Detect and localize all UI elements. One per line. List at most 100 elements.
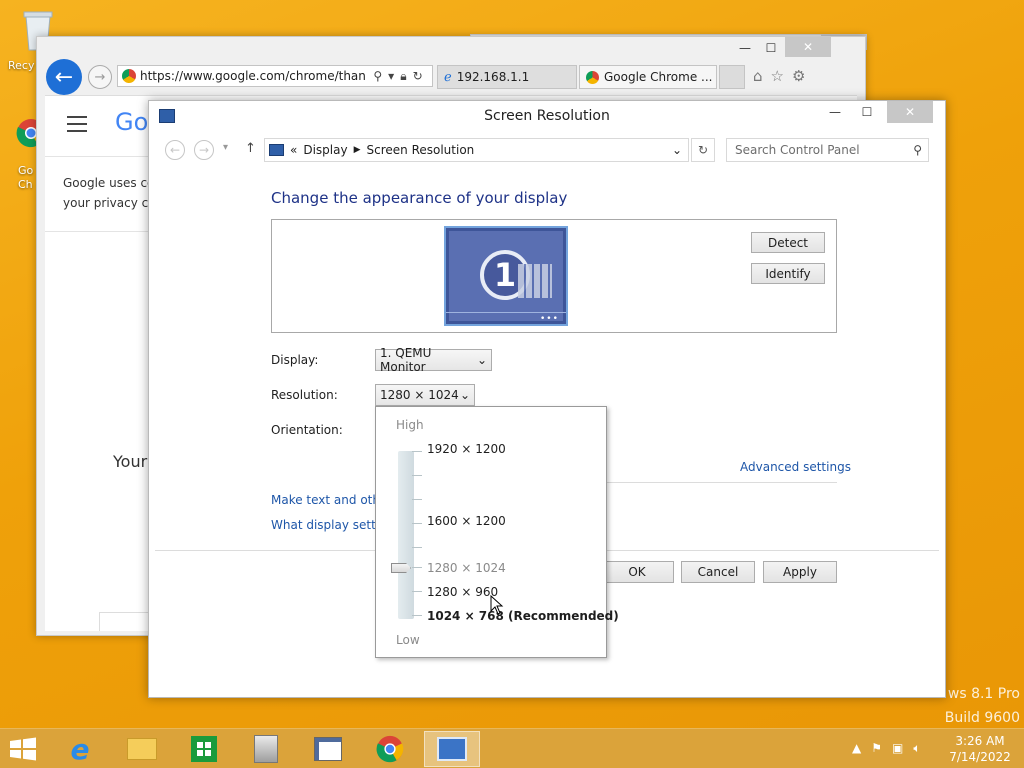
system-tray: ▲ ⚑ ▣ 🔈︎ bbox=[852, 741, 932, 757]
slider-tick bbox=[412, 591, 422, 592]
ie-forward-icon[interactable]: → bbox=[88, 65, 112, 89]
ie-address-tools: ⚲ ▾ 🔒︎ ↻ bbox=[365, 67, 431, 85]
search-control-panel-input[interactable]: Search Control Panel ⚲ bbox=[726, 138, 929, 162]
cancel-button[interactable]: Cancel bbox=[681, 561, 755, 583]
ie-favorites-icon[interactable]: ☆ bbox=[771, 67, 784, 87]
monitor-1-tile[interactable]: 1 ••• bbox=[444, 226, 568, 326]
sr-up-icon[interactable]: ↑ bbox=[245, 141, 256, 156]
breadcrumb-item-display[interactable]: Display bbox=[303, 143, 347, 157]
taskbar-control-panel-icon[interactable] bbox=[424, 731, 480, 767]
advanced-divider bbox=[607, 482, 837, 483]
option-1920x1200[interactable]: 1920 × 1200 bbox=[427, 442, 506, 456]
ie-tab-favicon-icon: ℯ bbox=[444, 69, 452, 85]
resolution-dropdown: High 1920 × 1200 1600 × 1200 1280 × 1024… bbox=[375, 406, 619, 658]
tray-network-icon[interactable]: ▣ bbox=[892, 741, 903, 757]
ie-address-text: https://www.google.com/chrome/thank- bbox=[140, 69, 378, 83]
ie-tab-label: Google Chrome ... bbox=[604, 70, 713, 84]
option-1024x768-recommended[interactable]: 1024 × 768 (Recommended) bbox=[427, 609, 619, 623]
chrome-desktop-label-1: Go bbox=[18, 164, 34, 177]
display-label: Display: bbox=[271, 353, 319, 367]
high-label: High bbox=[396, 418, 424, 432]
ie-home-icon[interactable]: ⌂ bbox=[753, 67, 763, 87]
google-menu-icon[interactable] bbox=[67, 116, 87, 132]
google-logo: Go bbox=[115, 108, 149, 136]
slider-tick bbox=[412, 475, 422, 476]
ie-tab-google-chrome[interactable]: Google Chrome ... ✕ bbox=[579, 65, 717, 89]
cookie-notice-text-1: Google uses coo bbox=[63, 176, 162, 190]
tray-overflow-icon[interactable]: ▲ bbox=[852, 741, 861, 757]
slider-tick bbox=[412, 567, 422, 568]
search-placeholder: Search Control Panel bbox=[735, 143, 860, 157]
start-windows-icon[interactable] bbox=[8, 737, 38, 761]
ie-gear-icon[interactable]: ⚙ bbox=[792, 67, 805, 87]
sr-minimize-icon[interactable]: — bbox=[821, 103, 849, 121]
option-1600x1200[interactable]: 1600 × 1200 bbox=[427, 514, 506, 528]
chrome-desktop-label-2: Ch bbox=[18, 178, 33, 191]
breadcrumb-separator-icon: ▶ bbox=[353, 145, 361, 155]
search-icon: ⚲ bbox=[913, 143, 922, 157]
cookie-notice-text-2: your privacy cor bbox=[63, 196, 161, 210]
detect-button[interactable]: Detect bbox=[751, 232, 825, 253]
sr-navigation-bar: ← → ▾ ↑ « Display ▶ Screen Resolution ⌄ … bbox=[149, 131, 945, 167]
taskbar-chrome-icon[interactable] bbox=[362, 731, 418, 767]
ie-minimize-icon[interactable]: — bbox=[731, 39, 759, 57]
mouse-cursor-icon bbox=[490, 594, 504, 615]
slider-tick bbox=[412, 523, 422, 524]
ie-back-icon[interactable]: ← bbox=[46, 59, 82, 95]
option-1280x1024[interactable]: 1280 × 1024 bbox=[427, 561, 506, 575]
taskbar-news-icon[interactable] bbox=[300, 731, 356, 767]
monitor-dots-icon: ••• bbox=[540, 314, 559, 324]
breadcrumb-overflow[interactable]: « bbox=[290, 143, 297, 157]
sr-back-icon[interactable]: ← bbox=[165, 140, 185, 160]
breadcrumb-dropdown-icon[interactable]: ⌄ bbox=[672, 143, 682, 157]
ie-new-tab-button[interactable] bbox=[719, 65, 745, 89]
tray-volume-muted-icon[interactable]: 🔈︎ bbox=[913, 741, 920, 757]
advanced-settings-link[interactable]: Advanced settings bbox=[740, 460, 851, 474]
ie-close-icon[interactable]: ✕ bbox=[785, 37, 831, 57]
slider-tick bbox=[412, 499, 422, 500]
clock-date[interactable]: 7/14/2022 bbox=[944, 749, 1016, 765]
sr-titlebar: Screen Resolution — ☐ ✕ bbox=[149, 101, 945, 131]
slider-tick bbox=[412, 451, 422, 452]
identify-button[interactable]: Identify bbox=[751, 263, 825, 284]
taskbar-store-icon[interactable] bbox=[176, 731, 232, 767]
clock-time[interactable]: 3:26 AM bbox=[944, 733, 1016, 749]
apply-button[interactable]: Apply bbox=[763, 561, 837, 583]
breadcrumb-item-screen-resolution[interactable]: Screen Resolution bbox=[367, 143, 475, 157]
chrome-tab-favicon-icon bbox=[586, 70, 599, 84]
tray-flag-icon[interactable]: ⚑ bbox=[871, 741, 882, 757]
slider-tick bbox=[412, 615, 422, 616]
sr-forward-icon[interactable]: → bbox=[194, 140, 214, 160]
display-select[interactable]: 1. QEMU Monitor ⌄ bbox=[375, 346, 492, 374]
monitor-grid-icon bbox=[518, 264, 552, 298]
ok-button[interactable]: OK bbox=[600, 561, 674, 583]
taskbar-installer-icon[interactable] bbox=[238, 731, 294, 767]
option-1280x960[interactable]: 1280 × 960 bbox=[427, 585, 498, 599]
chevron-down-icon: ⌄ bbox=[476, 353, 487, 367]
recycle-bin-label: Recy bbox=[8, 59, 35, 72]
chrome-favicon-icon bbox=[122, 69, 136, 83]
breadcrumb[interactable]: « Display ▶ Screen Resolution ⌄ bbox=[264, 138, 689, 162]
page-box-partial bbox=[99, 612, 149, 631]
ie-search-icon[interactable]: ⚲ bbox=[373, 69, 382, 83]
ie-tab-label: 192.168.1.1 bbox=[456, 70, 530, 84]
sr-close-icon[interactable]: ✕ bbox=[887, 101, 933, 123]
sr-maximize-icon[interactable]: ☐ bbox=[853, 103, 881, 121]
breadcrumb-monitor-icon bbox=[269, 144, 284, 156]
slider-tick bbox=[412, 547, 422, 548]
ie-dropdown-icon[interactable]: ▾ bbox=[388, 69, 394, 83]
display-select-value: 1. QEMU Monitor bbox=[380, 346, 432, 374]
taskbar-file-explorer-icon[interactable] bbox=[114, 731, 170, 767]
sr-recent-icon[interactable]: ▾ bbox=[223, 142, 228, 153]
resolution-select[interactable]: 1280 × 1024 ⌄ bbox=[375, 384, 475, 406]
ie-maximize-icon[interactable]: ☐ bbox=[757, 39, 785, 57]
ie-tab-192[interactable]: ℯ 192.168.1.1 bbox=[437, 65, 577, 89]
ie-refresh-icon[interactable]: ↻ bbox=[413, 69, 423, 83]
taskbar-ie-icon[interactable]: e bbox=[52, 731, 108, 767]
sr-refresh-icon[interactable]: ↻ bbox=[691, 138, 715, 162]
low-label: Low bbox=[396, 633, 420, 647]
taskbar: e ▲ ⚑ ▣ 🔈︎ 3:26 AM 7/14/2022 bbox=[0, 728, 1024, 768]
ie-lock-icon: 🔒︎ bbox=[400, 68, 407, 83]
windows-watermark-line2: Build 9600 bbox=[944, 710, 1020, 726]
resolution-slider-track[interactable] bbox=[398, 451, 414, 619]
